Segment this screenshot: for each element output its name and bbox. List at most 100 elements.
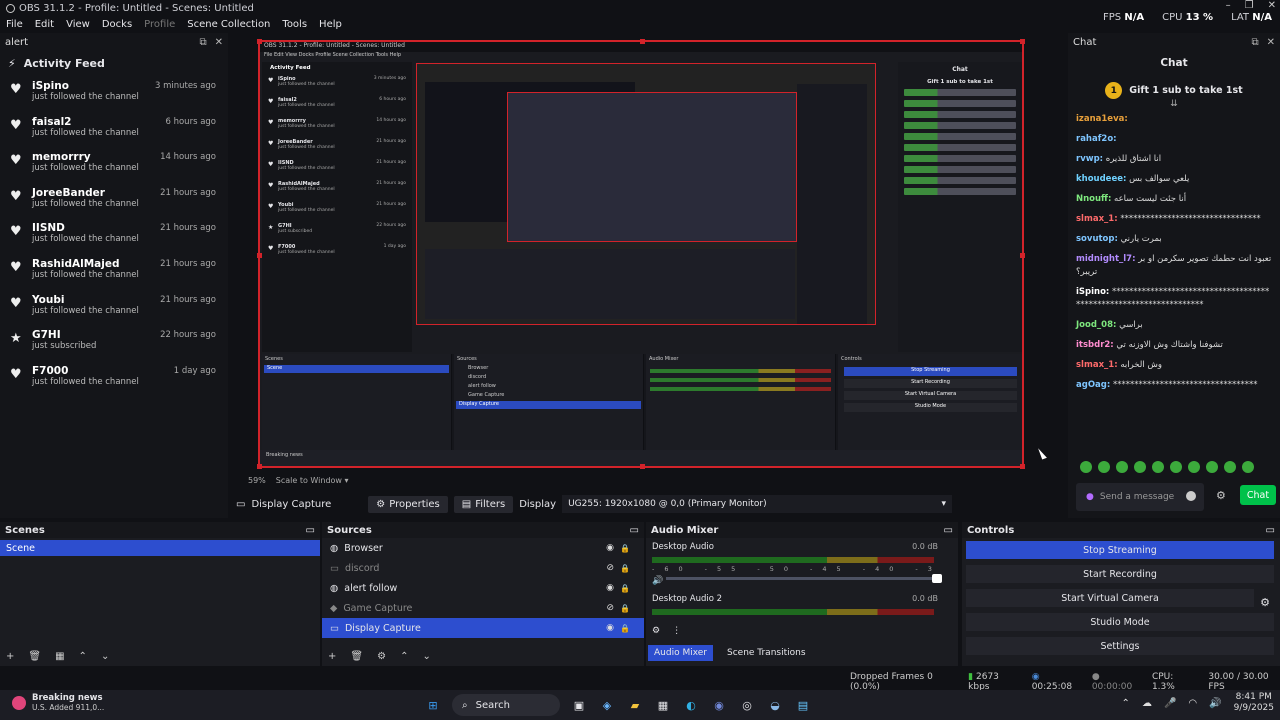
edge-icon[interactable]: ◐ (682, 696, 700, 714)
chat-send-button[interactable]: Chat (1240, 485, 1276, 505)
cloud-icon[interactable]: ☁ (1142, 698, 1152, 709)
emote-icon[interactable] (1152, 461, 1164, 473)
chat-username[interactable]: rvwp: (1076, 154, 1103, 164)
source-item[interactable]: ▭ Display Capture ◉ 🔒 (322, 618, 644, 638)
chat-username[interactable]: Nnouff: (1076, 194, 1111, 204)
discord-icon[interactable]: ◉ (710, 696, 728, 714)
menu-tools[interactable]: Tools (282, 19, 307, 30)
steam-icon[interactable]: ◒ (766, 696, 784, 714)
chevron-up-icon[interactable]: ⌃ (1122, 698, 1130, 709)
scene-item[interactable]: Scene (0, 540, 320, 556)
dock-menu-icon[interactable]: ▭ (306, 525, 315, 536)
menu-scene-collection[interactable]: Scene Collection (187, 19, 270, 30)
preview-canvas[interactable]: OBS 31.1.2 - Profile: Untitled - Scenes:… (257, 39, 1025, 469)
zoom-level[interactable]: 59% (248, 476, 266, 488)
menu-docks[interactable]: Docks (102, 19, 132, 30)
lock-icon[interactable]: 🔒 (620, 604, 630, 613)
file-explorer-icon[interactable]: ▰ (626, 696, 644, 714)
start-virtual-camera-button[interactable]: Start Virtual Camera (966, 589, 1254, 607)
more-icon[interactable]: ⋮ (672, 626, 681, 636)
filter-icon[interactable]: ▦ (55, 651, 64, 662)
down-icon[interactable]: ⌄ (422, 651, 430, 662)
resize-handle[interactable] (1020, 464, 1025, 469)
maximize-icon[interactable]: ❐ (1245, 0, 1254, 11)
emote-icon[interactable] (1206, 461, 1218, 473)
up-icon[interactable]: ⌃ (79, 651, 87, 662)
volume-icon[interactable]: 🔊 (1209, 698, 1221, 709)
properties-button[interactable]: ⚙ Properties (368, 495, 448, 513)
close-icon[interactable]: ✕ (1268, 0, 1276, 11)
settings-button[interactable]: Settings (966, 637, 1274, 655)
emote-icon[interactable] (1242, 461, 1254, 473)
source-item[interactable]: ▭ discord ⊘ 🔒 (322, 558, 644, 578)
chat-username[interactable]: midnight_l7: (1076, 254, 1136, 264)
menu-help[interactable]: Help (319, 19, 342, 30)
resize-handle[interactable] (640, 39, 645, 44)
dock-menu-icon[interactable]: ▭ (1266, 525, 1275, 536)
emoji-icon[interactable] (1186, 491, 1196, 501)
resize-handle[interactable] (1020, 253, 1025, 258)
windows-start-icon[interactable]: ⊞ (424, 696, 442, 714)
obs-icon[interactable]: ◎ (738, 696, 756, 714)
eye-off-icon[interactable]: ⊘ (606, 603, 614, 613)
menu-file[interactable]: File (6, 19, 23, 30)
add-icon[interactable]: + (6, 651, 14, 662)
lock-icon[interactable]: 🔒 (620, 544, 630, 553)
gear-icon[interactable]: ⚙ (377, 651, 386, 662)
chat-username[interactable]: sovutop: (1076, 234, 1118, 244)
menu-edit[interactable]: Edit (35, 19, 54, 30)
emote-icon[interactable] (1134, 461, 1146, 473)
tab-audio-mixer[interactable]: Audio Mixer (648, 645, 713, 661)
filters-button[interactable]: ▤ Filters (453, 495, 514, 513)
tab-scene-transitions[interactable]: Scene Transitions (721, 645, 812, 661)
store-icon[interactable]: ▦ (654, 696, 672, 714)
clock[interactable]: 8:41 PM 9/9/2025 (1234, 692, 1274, 714)
source-item[interactable]: ◍ alert follow ◉ 🔒 (322, 578, 644, 598)
emote-icon[interactable] (1188, 461, 1200, 473)
chat-settings-icon[interactable]: ⚙ (1216, 489, 1226, 502)
emote-icon[interactable] (1224, 461, 1236, 473)
chat-username[interactable]: itsbdr2: (1076, 340, 1114, 350)
emote-icon[interactable] (1080, 461, 1092, 473)
menu-profile[interactable]: Profile (144, 19, 175, 30)
lock-icon[interactable]: 🔒 (620, 564, 630, 573)
resize-handle[interactable] (640, 464, 645, 469)
chat-username[interactable]: agOag: (1076, 380, 1110, 390)
chat-username[interactable]: Jood_08: (1076, 320, 1116, 330)
chat-username[interactable]: rahaf2o: (1076, 134, 1117, 144)
up-icon[interactable]: ⌃ (400, 651, 408, 662)
trash-icon[interactable]: 🗑 (350, 651, 363, 662)
resize-handle[interactable] (257, 464, 262, 469)
mixer-gear-icon[interactable]: ⚙ (652, 626, 660, 636)
news-widget[interactable]: Breaking news U.S. Added 911,0... (12, 693, 104, 712)
start-recording-button[interactable]: Start Recording (966, 565, 1274, 583)
chat-username[interactable]: iSpino: (1076, 287, 1109, 297)
volume-slider[interactable] (666, 574, 942, 583)
menu-view[interactable]: View (66, 19, 90, 30)
eye-icon[interactable]: ◉ (606, 623, 614, 633)
lock-icon[interactable]: 🔒 (620, 624, 630, 633)
copilot-icon[interactable]: ◈ (598, 696, 616, 714)
speaker-icon[interactable]: 🔊 (652, 576, 663, 586)
eye-icon[interactable]: ◉ (606, 543, 614, 553)
resize-handle[interactable] (1020, 39, 1025, 44)
scale-mode-select[interactable]: Scale to Window ▾ (276, 476, 349, 488)
undock-icon[interactable]: ⧉ (199, 37, 206, 48)
microphone-icon[interactable]: 🎤 (1164, 698, 1176, 709)
notepad-icon[interactable]: ▤ (794, 696, 812, 714)
lock-icon[interactable]: 🔒 (620, 584, 630, 593)
slider-knob[interactable] (932, 574, 942, 583)
eye-icon[interactable]: ◉ (606, 583, 614, 593)
chat-username[interactable]: slmax_1: (1076, 214, 1118, 224)
studio-mode-button[interactable]: Studio Mode (966, 613, 1274, 631)
emote-icon[interactable] (1116, 461, 1128, 473)
trash-icon[interactable]: 🗑 (28, 651, 41, 662)
emote-icon[interactable] (1098, 461, 1110, 473)
display-select[interactable]: UG255: 1920x1080 @ 0,0 (Primary Monitor)… (562, 495, 952, 513)
down-icon[interactable]: ⌄ (101, 651, 109, 662)
wifi-icon[interactable]: ◠ (1188, 698, 1197, 709)
emote-icon[interactable] (1170, 461, 1182, 473)
undock-icon[interactable]: ⧉ (1251, 37, 1258, 48)
task-view-icon[interactable]: ▣ (570, 696, 588, 714)
dock-menu-icon[interactable]: ▭ (944, 525, 953, 536)
